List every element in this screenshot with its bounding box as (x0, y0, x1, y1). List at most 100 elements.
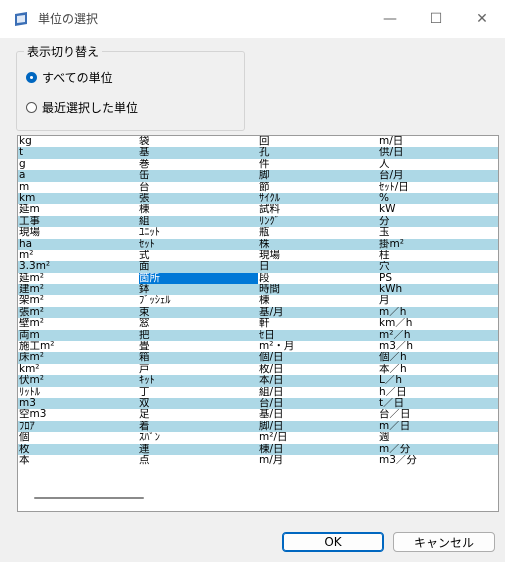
unit-item[interactable]: 現場 (259, 250, 378, 261)
unit-item[interactable]: 延m² (19, 273, 138, 284)
unit-item[interactable]: 畳 (139, 341, 258, 352)
unit-item[interactable]: 台／日 (379, 409, 498, 420)
unit-item[interactable]: a (19, 170, 138, 181)
unit-item[interactable]: ｽﾊﾟﾝ (139, 432, 258, 443)
unit-item[interactable]: % (379, 193, 498, 204)
unit-item[interactable]: 施工m² (19, 341, 138, 352)
unit-item[interactable]: m²・月 (259, 341, 378, 352)
close-button[interactable]: ✕ (459, 0, 505, 38)
unit-item[interactable]: 掛m² (379, 239, 498, 250)
unit-item[interactable]: m／h (379, 307, 498, 318)
unit-item[interactable]: 基 (139, 147, 258, 158)
unit-item[interactable]: 軒 (259, 318, 378, 329)
unit-item[interactable]: 建m² (19, 284, 138, 295)
unit-item[interactable]: ｾ日 (259, 330, 378, 341)
unit-item[interactable]: 本 (19, 455, 138, 466)
unit-item[interactable]: km／h (379, 318, 498, 329)
radio-all-units[interactable]: すべての単位 (26, 69, 113, 86)
unit-item[interactable]: 枚 (19, 444, 138, 455)
unit-item[interactable]: m3／分 (379, 455, 498, 466)
unit-item[interactable]: 個/日 (259, 352, 378, 363)
unit-item[interactable]: 袋 (139, 136, 258, 147)
unit-item[interactable]: m²／h (379, 330, 498, 341)
unit-list[interactable]: kg 袋回 m/日 t 基孔供/日 g 巻件人 a 缶脚台/月 m 台節ｾｯﾄ/日 km 張ｻｲｸﾙ% 延… (17, 135, 499, 512)
unit-item[interactable]: 個 (19, 432, 138, 443)
unit-item[interactable]: ｾｯﾄ/日 (379, 182, 498, 193)
unit-item[interactable]: g (19, 159, 138, 170)
unit-item[interactable]: ｷｯﾄ (139, 375, 258, 386)
unit-item[interactable]: 人 (379, 159, 498, 170)
unit-item[interactable]: 鉢 (139, 284, 258, 295)
unit-item[interactable]: m3／h (379, 341, 498, 352)
unit-item[interactable]: 束 (139, 307, 258, 318)
unit-item[interactable]: km (19, 193, 138, 204)
unit-item[interactable]: 株 (259, 239, 378, 250)
unit-item[interactable]: 双 (139, 398, 258, 409)
radio-recent-units[interactable]: 最近選択した単位 (26, 99, 138, 116)
unit-item[interactable]: 3.3m² (19, 261, 138, 272)
unit-item[interactable]: 回 (259, 136, 378, 147)
unit-item[interactable]: L／h (379, 375, 498, 386)
unit-item[interactable]: 連 (139, 444, 258, 455)
unit-item[interactable]: 脚 (259, 170, 378, 181)
unit-item[interactable]: 張m² (19, 307, 138, 318)
unit-item[interactable]: 台/月 (379, 170, 498, 181)
unit-item[interactable]: ｾｯﾄ (139, 239, 258, 250)
unit-item[interactable]: ｻｲｸﾙ (259, 193, 378, 204)
unit-item[interactable]: 脚/日 (259, 421, 378, 432)
unit-item[interactable]: 柱 (379, 250, 498, 261)
unit-item[interactable]: m² (19, 250, 138, 261)
unit-item[interactable]: 月 (379, 295, 498, 306)
unit-item[interactable]: 丁 (139, 387, 258, 398)
unit-item[interactable]: 箇所 (139, 272, 258, 285)
unit-item[interactable]: m (19, 182, 138, 193)
unit-item[interactable]: 個／h (379, 352, 498, 363)
unit-item[interactable]: m²/日 (259, 432, 378, 443)
unit-item[interactable]: ﾘﾝｸﾞ (259, 216, 378, 227)
unit-item[interactable]: 棟 (259, 295, 378, 306)
unit-item[interactable]: 日 (259, 261, 378, 272)
unit-item[interactable]: 試料 (259, 204, 378, 215)
unit-item[interactable]: 台/日 (259, 398, 378, 409)
unit-item[interactable]: 架m² (19, 295, 138, 306)
unit-item[interactable]: 点 (139, 455, 258, 466)
horizontal-scrollbar[interactable] (34, 497, 144, 499)
unit-item[interactable]: 供/日 (379, 147, 498, 158)
unit-item[interactable]: 工事 (19, 216, 138, 227)
unit-item[interactable]: kg (19, 136, 138, 147)
unit-item[interactable]: 棟 (139, 204, 258, 215)
unit-item[interactable]: 本／h (379, 364, 498, 375)
unit-item[interactable]: 壁m² (19, 318, 138, 329)
unit-item[interactable]: kWh (379, 284, 498, 295)
unit-item[interactable]: ﾕﾆｯﾄ (139, 227, 258, 238)
unit-item[interactable]: 着 (139, 421, 258, 432)
unit-item[interactable]: m3 (19, 398, 138, 409)
unit-item[interactable]: 件 (259, 159, 378, 170)
unit-item[interactable]: 戸 (139, 364, 258, 375)
ok-button[interactable]: OK (282, 532, 384, 552)
unit-item[interactable]: m/日 (379, 136, 498, 147)
unit-item[interactable]: 台 (139, 182, 258, 193)
unit-item[interactable]: kW (379, 204, 498, 215)
unit-item[interactable]: 本/日 (259, 375, 378, 386)
unit-item[interactable]: 両m (19, 330, 138, 341)
cancel-button[interactable]: キャンセル (393, 532, 495, 552)
unit-item[interactable]: 孔 (259, 147, 378, 158)
unit-item[interactable]: 張 (139, 193, 258, 204)
unit-item[interactable]: 枚/日 (259, 364, 378, 375)
unit-item[interactable]: 床m² (19, 352, 138, 363)
unit-item[interactable]: 分 (379, 216, 498, 227)
unit-item[interactable]: 空m3 (19, 409, 138, 420)
unit-item[interactable]: 棟/日 (259, 444, 378, 455)
maximize-button[interactable]: ☐ (413, 0, 459, 38)
unit-item[interactable]: ﾌﾛｱ (19, 421, 138, 432)
unit-item[interactable]: 組/日 (259, 387, 378, 398)
unit-item[interactable]: h／日 (379, 387, 498, 398)
unit-item[interactable]: 段 (259, 273, 378, 284)
unit-item[interactable]: 節 (259, 182, 378, 193)
unit-item[interactable]: 時間 (259, 284, 378, 295)
unit-item[interactable]: 穴 (379, 261, 498, 272)
unit-item[interactable]: 箱 (139, 352, 258, 363)
unit-item[interactable]: 組 (139, 216, 258, 227)
unit-item[interactable]: 足 (139, 409, 258, 420)
